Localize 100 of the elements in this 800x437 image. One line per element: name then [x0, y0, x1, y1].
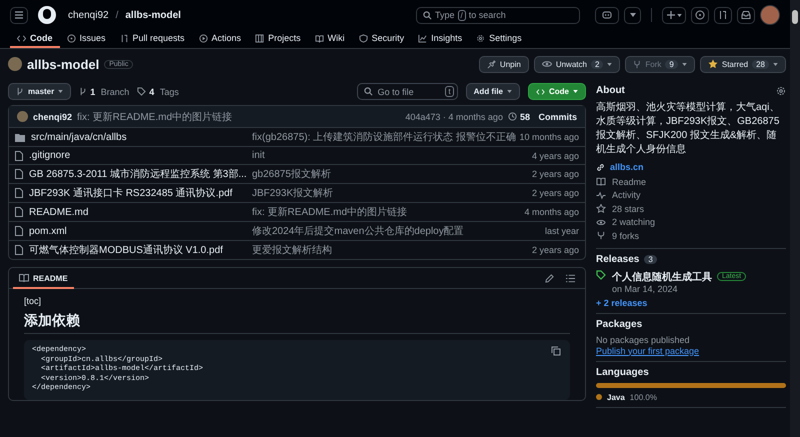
plus-icon	[666, 11, 674, 19]
language-name[interactable]: Java	[607, 392, 625, 402]
nav-tab[interactable]: Actions	[192, 30, 248, 48]
outline-icon[interactable]	[566, 274, 575, 282]
caret-icon	[58, 90, 64, 93]
add-file-button[interactable]: Add file	[466, 83, 520, 100]
more-releases-link[interactable]: + 2 releases	[596, 298, 786, 308]
repo-name: allbs-model	[27, 56, 100, 72]
website-link[interactable]: allbs.cn	[596, 162, 786, 172]
owner-avatar	[8, 57, 22, 71]
packages-empty-text: No packages published	[596, 334, 691, 344]
avatar[interactable]	[760, 5, 780, 25]
caret-icon	[682, 62, 687, 66]
stat-icon	[596, 177, 606, 186]
languages-heading: Languages	[596, 366, 649, 378]
nav-tab[interactable]: Issues	[60, 30, 113, 48]
code-button[interactable]: Code	[528, 83, 586, 100]
tab-icon	[358, 34, 368, 42]
commit-message-link[interactable]: 修改2024年后提交maven公共仓库的deploy配置	[252, 224, 516, 238]
repo-stat-link[interactable]: 9 forks	[596, 229, 786, 242]
repo-stat-link[interactable]: 28 stars	[596, 202, 786, 216]
robot-icon	[602, 10, 612, 20]
releases-count: 3	[644, 254, 657, 264]
logo-icon[interactable]	[37, 5, 57, 25]
commit-author[interactable]: chenqi92	[33, 112, 72, 122]
file-name-link[interactable]: JBF293K 通讯接口卡 RS232485 通讯协议.pdf	[29, 186, 232, 200]
eye-icon	[542, 60, 552, 68]
tab-icon	[255, 34, 264, 42]
nav-tab[interactable]: Projects	[248, 30, 308, 48]
commits-link[interactable]: 58 Commits	[508, 112, 577, 122]
history-icon	[508, 112, 517, 121]
readme-heading: 添加依赖	[24, 312, 570, 334]
unwatch-button[interactable]: Unwatch 2	[534, 56, 620, 72]
pull-requests-button[interactable]	[714, 6, 732, 24]
create-new-button[interactable]	[662, 6, 686, 24]
nav-tab[interactable]: Wiki	[308, 30, 352, 48]
search-field[interactable]: Type / to search	[416, 6, 580, 24]
scrollbar[interactable]	[790, 0, 800, 437]
commit-message-link[interactable]: fix(gb26875): 上传建筑消防设施部件运行状态 报警位不正确	[252, 130, 516, 144]
file-name-link[interactable]: README.md	[29, 206, 88, 218]
repo-link[interactable]: allbs-model	[125, 10, 181, 20]
nav-tab[interactable]: Settings	[469, 30, 529, 48]
commit-message-link[interactable]: JBF293K报文解析	[252, 186, 516, 200]
caret-icon	[676, 14, 682, 16]
commit-time: 2 years ago	[530, 188, 579, 198]
author-avatar	[17, 111, 28, 122]
copy-icon[interactable]	[551, 346, 561, 356]
tags-link[interactable]: 4 Tags	[137, 86, 179, 96]
owner-link[interactable]: chenqi92	[68, 10, 109, 20]
caret-icon	[607, 62, 612, 66]
star-icon	[708, 59, 718, 69]
repo-stat-link[interactable]: Readme	[596, 175, 786, 188]
file-name-link[interactable]: pom.xml	[29, 226, 67, 236]
link-icon	[596, 162, 605, 172]
search-icon	[423, 10, 432, 20]
commit-message-link[interactable]: gb26875报文解析	[252, 167, 516, 181]
readme-tab[interactable]: README	[13, 269, 74, 289]
nav-tab[interactable]: Insights	[411, 30, 470, 48]
commit-time: last year	[544, 226, 579, 236]
publish-package-link[interactable]: Publish your first package	[596, 346, 786, 356]
commit-hash-time[interactable]: 404a473 · 4 months ago	[405, 112, 503, 122]
file-name-link[interactable]: .gitignore	[29, 150, 70, 161]
settings-icon[interactable]	[776, 86, 786, 96]
commit-message-link[interactable]: init	[252, 150, 516, 161]
file-name-link[interactable]: 可燃气体控制器MODBUS通讯协议 V1.0.pdf	[29, 243, 223, 257]
inbox-button[interactable]	[737, 6, 755, 24]
starred-button[interactable]: Starred 28	[700, 56, 786, 72]
edit-icon[interactable]	[545, 274, 554, 282]
packages-heading[interactable]: Packages	[596, 318, 642, 330]
tab-icon	[66, 34, 76, 42]
commit-message[interactable]: fix: 更新README.md中的图片链接	[77, 110, 232, 124]
unpin-button[interactable]: Unpin	[478, 56, 529, 72]
commit-message-link[interactable]: 更爱报文解析结构	[252, 243, 516, 257]
caret-icon	[573, 90, 578, 93]
tab-icon	[17, 34, 26, 42]
dropdown-button[interactable]	[624, 6, 641, 24]
copilot-button[interactable]	[595, 6, 619, 24]
issues-button[interactable]	[691, 6, 709, 24]
nav-tab[interactable]: Code	[10, 30, 60, 48]
repo-stat-link[interactable]: Activity	[596, 188, 786, 202]
tab-icon	[476, 34, 486, 42]
releases-heading[interactable]: Releases	[596, 254, 640, 264]
file-name-link[interactable]: GB 26875.3-2011 城市消防远程监控系统 第3部...	[29, 167, 247, 181]
nav-tab[interactable]: Security	[352, 30, 412, 48]
branch-icon	[16, 87, 24, 96]
release-date: on Mar 14, 2024	[612, 284, 679, 294]
fork-button[interactable]: Fork 9	[625, 56, 695, 72]
commit-message-link[interactable]: fix: 更新README.md中的图片链接	[252, 205, 516, 219]
about-heading: About	[596, 85, 625, 96]
stat-icon	[596, 231, 606, 240]
branch-select[interactable]: master	[8, 83, 72, 100]
go-to-file-field[interactable]: Go to file t	[356, 83, 458, 100]
release-name[interactable]: 个人信息随机生成工具	[612, 270, 712, 284]
menu-button[interactable]	[10, 6, 28, 24]
nav-tab[interactable]: Pull requests	[112, 30, 192, 48]
pin-icon	[486, 60, 496, 68]
repo-stat-link[interactable]: 2 watching	[596, 216, 786, 229]
branches-link[interactable]: 1 Branch	[79, 86, 130, 96]
pull-request-icon	[718, 10, 728, 20]
file-name-link[interactable]: src/main/java/cn/allbs	[31, 132, 127, 142]
